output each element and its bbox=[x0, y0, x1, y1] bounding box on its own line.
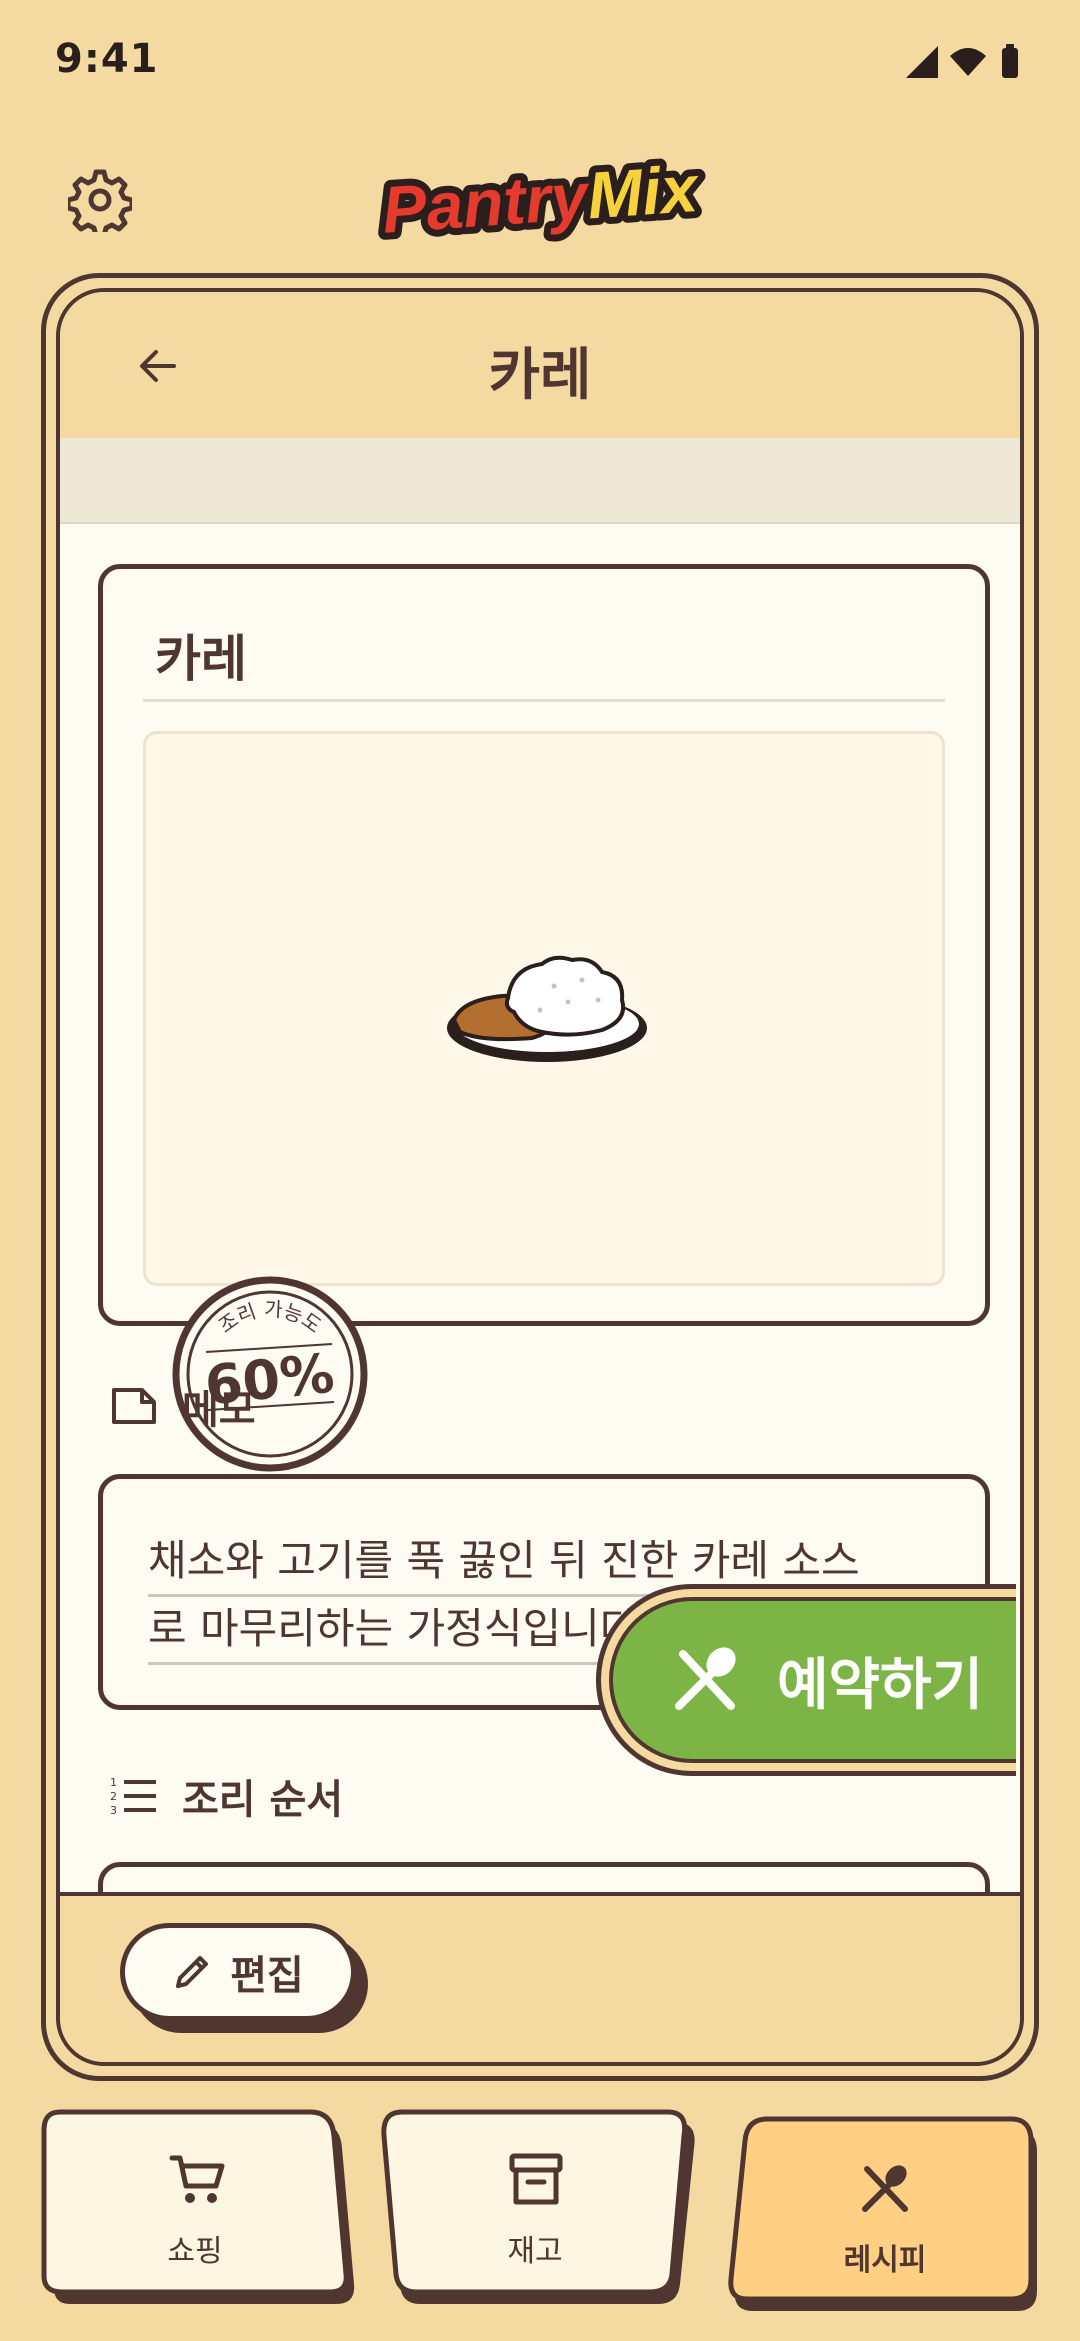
header-strip bbox=[60, 438, 1020, 524]
svg-text:3: 3 bbox=[110, 1804, 117, 1817]
tab-stock[interactable]: 재고 bbox=[380, 2108, 700, 2308]
memo-section-header: 메모 bbox=[110, 1377, 256, 1435]
gear-icon[interactable] bbox=[68, 168, 132, 232]
tab-shopping[interactable]: 쇼핑 bbox=[40, 2108, 360, 2308]
recipe-card: 카레 조리 가능도 60% bbox=[98, 564, 990, 1472]
numbered-list-icon: 1 2 3 bbox=[110, 1776, 156, 1817]
note-icon bbox=[112, 1388, 156, 1424]
tab-label: 재고 bbox=[507, 2234, 563, 2269]
steps-label: 조리 순서 bbox=[182, 1777, 344, 1823]
recipe-header: 카레 bbox=[60, 292, 1020, 438]
recipe-panel-inner: 카레 카레 조리 가능도 60% 메모 채소와 고기를 푹 끓인 뒤 진한 카레… bbox=[56, 288, 1024, 2066]
reserve-button[interactable]: 예약하기 bbox=[596, 1584, 1016, 1776]
memo-label: 메모 bbox=[182, 1387, 256, 1433]
panel-footer: 편집 bbox=[60, 1892, 1020, 2062]
recipe-panel: 카레 카레 조리 가능도 60% 메모 채소와 고기를 푹 끓인 뒤 진한 카레… bbox=[41, 273, 1039, 2081]
utensils-icon bbox=[675, 1647, 736, 1710]
utensils-icon bbox=[862, 2165, 908, 2212]
status-time: 9:41 bbox=[55, 36, 159, 82]
steps-section-header: 1 2 3 조리 순서 bbox=[110, 1767, 343, 1825]
svg-text:1: 1 bbox=[110, 1776, 117, 1789]
pencil-icon bbox=[176, 1956, 209, 1988]
curry-rice-illustration bbox=[447, 955, 647, 1062]
wifi-icon bbox=[950, 48, 986, 76]
recipe-detail-screen: 9:41 PantryMix PantryMix 카레 카레 조리 가능도 60… bbox=[0, 0, 1080, 2341]
pantrymix-logo: PantryMix PantryMix bbox=[373, 148, 709, 248]
tab-shape bbox=[381, 2109, 695, 2304]
tab-shape bbox=[728, 2116, 1037, 2311]
svg-text:2: 2 bbox=[110, 1790, 117, 1803]
page-title: 카레 bbox=[488, 343, 592, 408]
tab-label: 쇼핑 bbox=[167, 2234, 223, 2269]
battery-icon bbox=[1002, 48, 1018, 78]
archive-box-icon bbox=[509, 2153, 563, 2205]
signal-icon bbox=[906, 46, 938, 78]
cook-readiness-badge: 조리 가능도 60% bbox=[172, 1276, 368, 1472]
edit-label: 편집 bbox=[230, 1953, 304, 1999]
status-icons bbox=[906, 44, 1018, 78]
reserve-label: 예약하기 bbox=[777, 1652, 984, 1718]
tab-label: 레시피 bbox=[843, 2243, 927, 2278]
divider bbox=[143, 699, 945, 702]
svg-text:PantryMix: PantryMix bbox=[380, 151, 702, 247]
cart-icon bbox=[169, 2155, 225, 2203]
edit-button[interactable]: 편집 bbox=[120, 1923, 356, 2021]
status-bar: 9:41 bbox=[0, 0, 1080, 120]
tab-recipe[interactable]: 레시피 bbox=[725, 2115, 1045, 2315]
reserve-button-fill: 예약하기 bbox=[609, 1597, 1016, 1763]
tab-shape bbox=[41, 2109, 355, 2304]
recipe-name: 카레 bbox=[155, 630, 247, 688]
recipe-image: 조리 가능도 60% bbox=[143, 731, 945, 1472]
